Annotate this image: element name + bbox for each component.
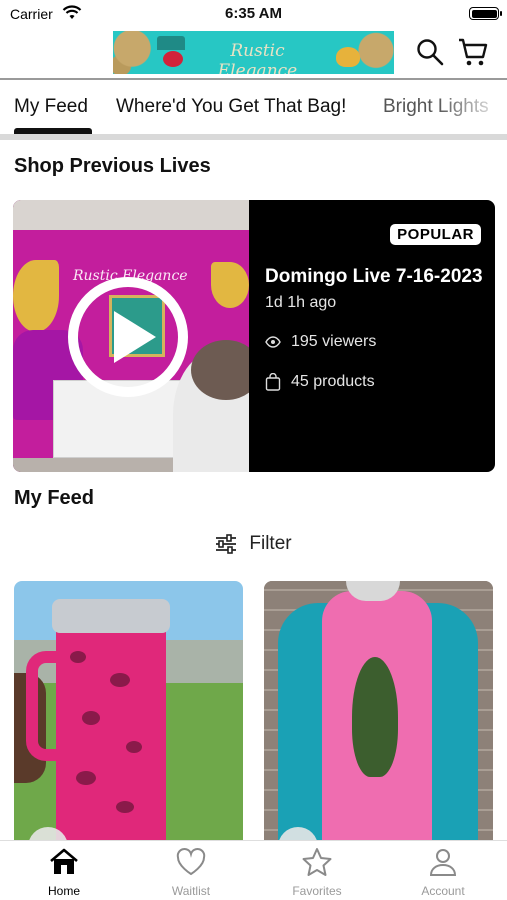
feed-product-card[interactable] bbox=[14, 581, 243, 849]
filter-label: Filter bbox=[249, 533, 292, 554]
shirt-print bbox=[352, 657, 398, 777]
rose-icon bbox=[163, 51, 183, 67]
thumb-ceiling bbox=[13, 200, 249, 230]
thumb-wing-left bbox=[13, 260, 59, 332]
shopping-bag-icon bbox=[265, 373, 281, 391]
live-viewers: 195 viewers bbox=[265, 333, 376, 351]
live-time-ago: 1d 1h ago bbox=[265, 294, 337, 311]
popular-badge: POPULAR bbox=[390, 224, 481, 245]
home-icon bbox=[50, 848, 78, 874]
play-icon[interactable] bbox=[68, 277, 188, 397]
live-thumbnail: Rustic Elegance bbox=[13, 200, 249, 472]
crown-icon bbox=[157, 36, 185, 50]
star-icon bbox=[302, 848, 332, 876]
search-button[interactable] bbox=[416, 38, 444, 66]
battery-icon bbox=[469, 7, 502, 20]
nav-account-label: Account bbox=[421, 884, 465, 898]
tabs-divider bbox=[0, 134, 507, 140]
search-icon bbox=[417, 39, 444, 66]
section-title-shop-previous-lives: Shop Previous Lives bbox=[14, 155, 211, 177]
brand-logo[interactable]: Rustic Elegance bbox=[113, 31, 394, 74]
filter-button[interactable]: Filter bbox=[0, 533, 507, 555]
nav-account[interactable]: Account bbox=[393, 847, 493, 898]
nav-home-label: Home bbox=[47, 884, 80, 898]
section-title-my-feed: My Feed bbox=[14, 487, 95, 509]
tab-whered-you-get-that-bag[interactable]: Where'd You Get That Bag! bbox=[116, 96, 346, 118]
status-time: 6:35 AM bbox=[225, 5, 282, 22]
thumb-wing-right bbox=[211, 262, 249, 308]
cart-icon bbox=[459, 38, 488, 66]
tumbler-image bbox=[56, 611, 166, 849]
viewers-count: 195 viewers bbox=[291, 333, 377, 350]
nav-home[interactable]: Home bbox=[14, 847, 114, 898]
nav-waitlist[interactable]: Waitlist bbox=[141, 847, 241, 898]
tabs-fade bbox=[437, 82, 507, 138]
feed-product-card[interactable] bbox=[264, 581, 493, 849]
heart-ornament-icon bbox=[336, 47, 360, 67]
nav-favorites[interactable]: Favorites bbox=[267, 847, 367, 898]
logo-text: Rustic Elegance bbox=[217, 41, 298, 74]
live-info: POPULAR Domingo Live 7-16-2023 1d 1h ago… bbox=[249, 200, 495, 472]
nav-favorites-label: Favorites bbox=[292, 884, 342, 898]
eye-icon bbox=[265, 336, 281, 348]
bottom-tab-bar: Home Waitlist Favorites Account bbox=[0, 840, 507, 900]
feed-tabs: My Feed Where'd You Get That Bag! Bright… bbox=[0, 82, 507, 138]
tab-my-feed[interactable]: My Feed bbox=[14, 96, 88, 118]
heart-icon bbox=[176, 848, 206, 876]
cart-button[interactable] bbox=[457, 36, 489, 68]
live-products: 45 products bbox=[265, 373, 375, 391]
app-header: Rustic Elegance bbox=[0, 28, 507, 80]
account-icon bbox=[429, 849, 457, 876]
previous-live-card[interactable]: Rustic Elegance POPULAR Domingo Live 7-1… bbox=[13, 200, 495, 472]
live-title: Domingo Live 7-16-2023 bbox=[265, 266, 483, 287]
status-bar: Carrier 6:35 AM bbox=[0, 0, 507, 28]
nav-waitlist-label: Waitlist bbox=[171, 884, 211, 898]
filter-sliders-icon bbox=[216, 534, 237, 554]
tumbler-lid bbox=[52, 599, 170, 633]
products-count: 45 products bbox=[291, 373, 375, 390]
